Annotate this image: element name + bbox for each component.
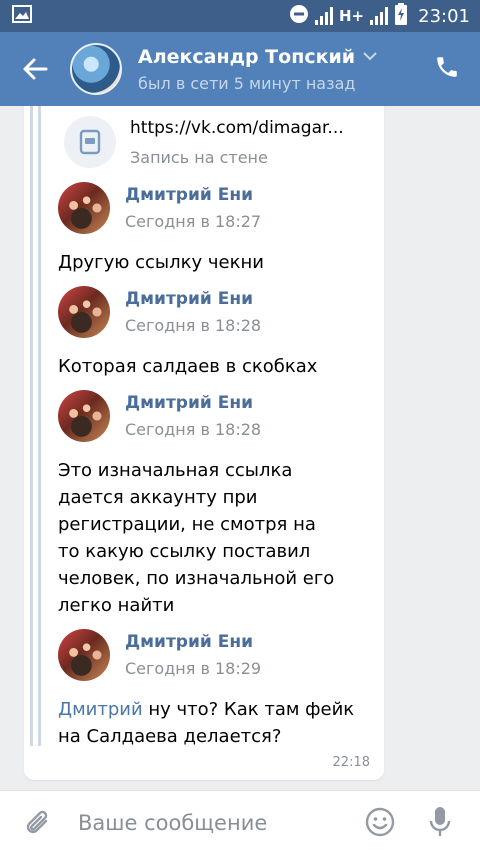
battery-icon — [394, 2, 408, 30]
author-name[interactable]: Дмитрий Ени — [125, 185, 261, 205]
message-time: Сегодня в 18:28 — [125, 316, 262, 335]
chevron-down-icon — [363, 52, 377, 61]
clock: 23:01 — [418, 5, 470, 27]
forwarded-header: Дмитрий Ени Сегодня в 18:28 — [58, 286, 261, 338]
message-bubble[interactable]: https://vk.com/dimagar... Запись на стен… — [24, 106, 384, 780]
paperclip-icon — [26, 810, 48, 833]
author-name[interactable]: Дмитрий Ени — [125, 289, 261, 309]
network-type: H+ — [339, 7, 365, 25]
message-time: Сегодня в 18:29 — [125, 659, 262, 678]
signal-icon-2 — [370, 7, 389, 25]
message-text: Которая салдаев в скобках — [58, 356, 318, 377]
contact-status: был в сети 5 минут назад — [138, 73, 356, 93]
author-name[interactable]: Дмитрий Ени — [125, 393, 261, 413]
voice-button[interactable] — [428, 805, 452, 843]
message-line: дается аккаунту при — [58, 487, 258, 508]
author-name[interactable]: Дмитрий Ени — [125, 632, 261, 652]
avatar[interactable] — [58, 629, 110, 681]
chat-title[interactable]: Александр Топский был в сети 5 минут наз… — [138, 46, 377, 93]
sent-time: 22:18 — [332, 755, 370, 770]
message-line: регистрации, не смотря на — [58, 514, 316, 535]
message-line: ну что? Как там фейк — [142, 699, 355, 720]
emoji-button[interactable] — [364, 806, 396, 842]
forwarded-header: Дмитрий Ени Сегодня в 18:27 — [58, 182, 261, 234]
dnd-icon — [289, 4, 309, 29]
message-line: Это изначальная ссылка — [58, 460, 293, 481]
link-subtitle: Запись на стене — [130, 147, 268, 167]
forwarded-header: Дмитрий Ени Сегодня в 18:28 — [58, 390, 261, 442]
forward-bar — [30, 106, 33, 746]
message-text: Другую ссылку чекни — [58, 252, 264, 273]
attach-button[interactable] — [0, 808, 76, 838]
message-line: то какую ссылку поставил — [58, 541, 311, 562]
avatar[interactable] — [58, 286, 110, 338]
chat-header: Александр Топский был в сети 5 минут наз… — [0, 32, 480, 106]
status-bar: H+ 23:01 — [0, 0, 480, 32]
document-icon — [64, 116, 116, 168]
avatar[interactable] — [70, 43, 122, 95]
smile-icon — [365, 807, 395, 837]
message-line: легко найти — [58, 595, 175, 616]
contact-name: Александр Топский — [138, 45, 356, 68]
link-url: https://vk.com/dimagar... — [130, 117, 344, 138]
arrow-left-icon — [23, 58, 48, 80]
message-time: Сегодня в 18:28 — [125, 420, 262, 439]
forward-bar-inner — [38, 106, 41, 746]
avatar[interactable] — [58, 390, 110, 442]
wall-post-link[interactable]: https://vk.com/dimagar... Запись на стен… — [64, 116, 344, 168]
message-input[interactable] — [76, 809, 360, 836]
call-button[interactable] — [434, 54, 460, 84]
forwarded-header: Дмитрий Ени Сегодня в 18:29 — [58, 629, 261, 681]
mention-link[interactable]: Дмитрий — [58, 699, 143, 720]
message-text: Это изначальная ссылка дается аккаунту п… — [58, 457, 378, 619]
microphone-icon — [429, 807, 451, 836]
message-composer — [0, 790, 480, 854]
message-line: на Салдаева делается? — [58, 726, 282, 747]
avatar[interactable] — [58, 182, 110, 234]
gallery-icon — [12, 5, 32, 27]
phone-icon — [437, 57, 457, 77]
signal-icon — [315, 7, 333, 25]
message-text: Дмитрий ну что? Как там фейк на Салдаева… — [58, 696, 378, 750]
message-time: Сегодня в 18:27 — [125, 212, 262, 231]
message-line: человек, по изначальной его — [58, 568, 335, 589]
back-button[interactable] — [0, 32, 70, 106]
